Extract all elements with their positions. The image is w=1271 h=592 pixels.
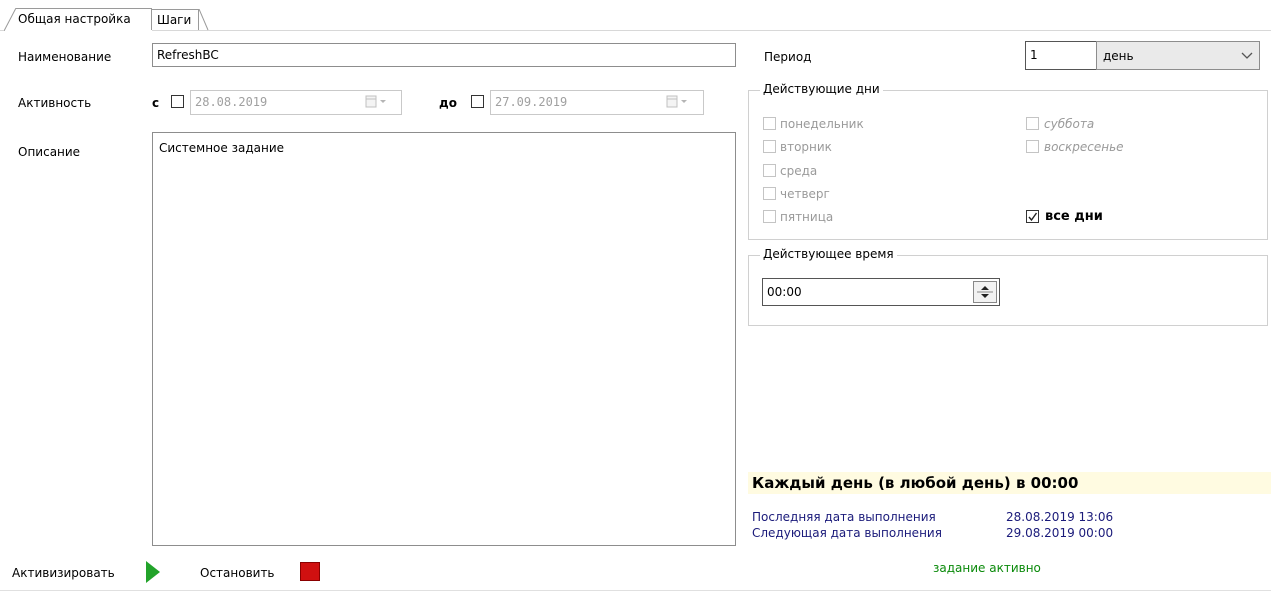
bottom-divider <box>0 590 1271 591</box>
checkmark-icon <box>1028 212 1038 222</box>
sunday-label: воскресенье <box>1044 140 1124 154</box>
status-text: задание активно <box>933 561 1041 575</box>
all-days-checkbox[interactable] <box>1026 210 1039 223</box>
chevron-down-icon <box>1241 52 1253 59</box>
activity-label: Активность <box>18 96 92 110</box>
play-icon[interactable] <box>145 560 161 584</box>
calendar-dropdown-icon[interactable] <box>665 93 693 111</box>
time-input[interactable]: 00:00 <box>762 278 1000 306</box>
from-date-checkbox[interactable] <box>171 95 184 108</box>
last-run-label: Последняя дата выполнения <box>752 510 936 524</box>
next-run-label: Следующая дата выполнения <box>752 526 942 540</box>
name-label: Наименование <box>18 50 112 64</box>
period-label: Период <box>764 50 812 64</box>
tab-top-border <box>149 9 199 10</box>
sunday-checkbox[interactable] <box>1026 140 1039 153</box>
to-date-value: 27.09.2019 <box>495 95 568 109</box>
saturday-label: суббота <box>1044 117 1095 131</box>
tab-strip-border <box>0 30 1271 31</box>
stop-label: Остановить <box>200 566 275 580</box>
tab-steps[interactable]: Шаги <box>149 9 209 31</box>
to-label: до <box>439 96 457 110</box>
active-time-legend: Действующее время <box>760 247 897 261</box>
schedule-summary-text: Каждый день (в любой день) в 00:00 <box>752 474 1079 492</box>
period-value-input[interactable]: 1 <box>1025 41 1097 70</box>
description-textarea[interactable]: Системное задание <box>152 132 736 546</box>
tuesday-checkbox[interactable] <box>763 140 776 153</box>
last-run-value: 28.08.2019 13:06 <box>1006 510 1114 524</box>
thursday-label: четверг <box>780 187 830 201</box>
next-run-value: 29.08.2019 00:00 <box>1006 526 1114 540</box>
monday-checkbox[interactable] <box>763 117 776 130</box>
tab-general-settings[interactable]: Общая настройка <box>4 8 152 31</box>
stop-icon[interactable] <box>300 562 320 581</box>
active-days-legend: Действующие дни <box>760 82 883 96</box>
wednesday-checkbox[interactable] <box>763 164 776 177</box>
tuesday-label: вторник <box>780 140 832 154</box>
period-unit-value: день <box>1103 49 1134 63</box>
from-date-value: 28.08.2019 <box>195 95 268 109</box>
tab-general-settings-label: Общая настройка <box>18 12 131 26</box>
tab-steps-slant <box>199 9 209 31</box>
from-label: с <box>152 96 160 110</box>
name-input[interactable]: RefreshBC <box>152 43 736 67</box>
time-spinner[interactable] <box>973 281 997 303</box>
tab-steps-label: Шаги <box>157 13 192 27</box>
period-unit-select[interactable]: день <box>1096 41 1260 70</box>
spinner-arrows-icon <box>977 286 993 298</box>
tab-top-border <box>16 8 152 9</box>
friday-checkbox[interactable] <box>763 210 776 223</box>
description-label: Описание <box>18 145 81 159</box>
tab-slant <box>4 8 17 31</box>
saturday-checkbox[interactable] <box>1026 117 1039 130</box>
all-days-label: все дни <box>1045 209 1103 224</box>
to-date-checkbox[interactable] <box>471 95 484 108</box>
tab-right-border <box>151 8 152 30</box>
monday-label: понедельник <box>780 117 864 131</box>
time-value: 00:00 <box>767 285 802 299</box>
friday-label: пятница <box>780 210 834 224</box>
calendar-dropdown-icon[interactable] <box>364 93 392 111</box>
activate-label: Активизировать <box>12 566 115 580</box>
description-text: Системное задание <box>159 141 284 155</box>
thursday-checkbox[interactable] <box>763 187 776 200</box>
wednesday-label: среда <box>780 164 818 178</box>
